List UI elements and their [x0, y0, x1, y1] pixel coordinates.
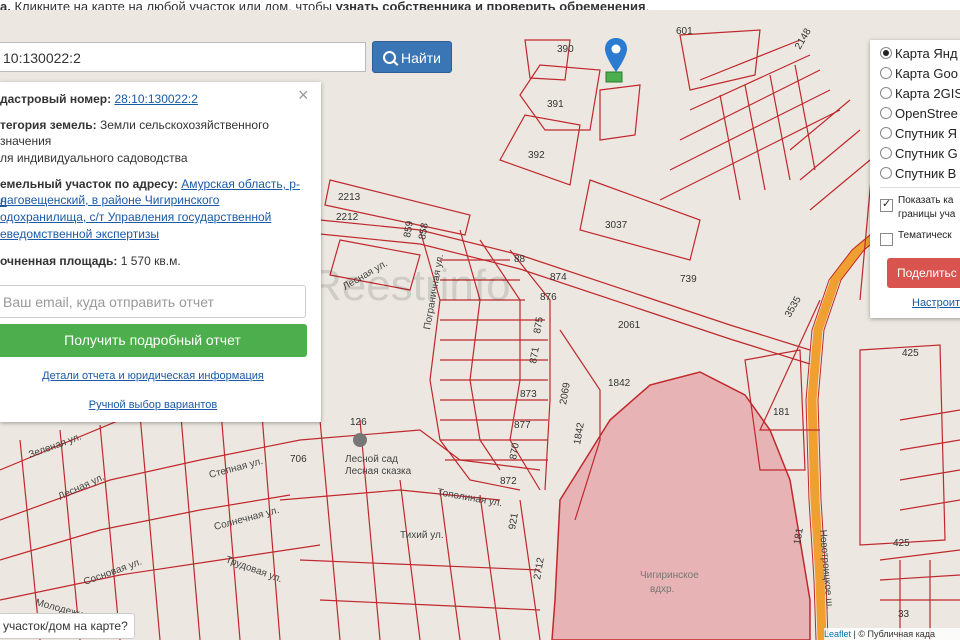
parcel-label: 391	[547, 99, 564, 110]
radio-icon[interactable]	[880, 147, 892, 159]
address-link-line[interactable]: еведомственной экспертизы	[0, 226, 306, 243]
parcel-label: 877	[514, 420, 531, 431]
watermark: Reestrinfo	[310, 261, 511, 310]
place-label: Лесная сказка	[345, 466, 412, 477]
parcel-label: 392	[528, 150, 545, 161]
parcel-label: 181	[773, 407, 790, 418]
category-value: Земли сельскохозяйственного	[99, 118, 269, 132]
parcel-label: 3037	[605, 220, 628, 231]
thematic-label: Тематическ	[898, 230, 952, 241]
land-category-row: тегория земель: Земли сельскохозяйственн…	[0, 117, 306, 134]
water-label: вдхр.	[650, 584, 674, 595]
get-report-button[interactable]: Получить подробный отчет	[0, 324, 307, 357]
map-attribution: Leaflet | © Публичная када	[824, 628, 960, 640]
manual-selection-link[interactable]: Ручной выбор вариантов	[0, 399, 306, 411]
category-value-line: значения	[0, 134, 52, 148]
layer-option[interactable]: Карта Янд	[880, 44, 958, 64]
show-boundaries-label: границы уча	[898, 209, 956, 220]
parcel-label: 873	[520, 389, 537, 400]
parcel-label: 425	[902, 348, 919, 359]
cadastral-number-link[interactable]: 28:10:130022:2	[114, 92, 197, 106]
parcel-label: 872	[500, 476, 517, 487]
address-label: емельный участок по адресу:	[0, 177, 178, 191]
search-icon	[383, 51, 397, 64]
category-label: тегория земель:	[0, 118, 97, 132]
share-button[interactable]: Поделитьс	[887, 258, 960, 288]
place-label: Лесной сад	[345, 454, 398, 465]
street-label: Тихий ул.	[400, 530, 444, 541]
radio-icon[interactable]	[880, 47, 892, 59]
parcel-label: 601	[676, 26, 693, 37]
parcel-label: 706	[290, 454, 307, 465]
parcel-info-panel: × дастровый номер: 28:10:130022:2 тегори…	[0, 82, 321, 422]
cadastral-number-row: дастровый номер: 28:10:130022:2	[0, 91, 306, 108]
layer-option[interactable]: OpenStree	[880, 104, 958, 124]
email-field[interactable]: Ваш email, куда отправить отчет	[0, 285, 306, 318]
parcel-label: 390	[557, 44, 574, 55]
search-button[interactable]: Найти	[372, 41, 452, 73]
parcel-label: 1842	[608, 378, 631, 389]
divider	[880, 187, 960, 188]
map-marker-icon[interactable]	[605, 38, 627, 78]
instruction-text: а. Кликните на карте на любой участок ил…	[0, 0, 650, 10]
parcel-label: 88	[514, 254, 526, 265]
parcel-label: 739	[680, 274, 697, 285]
setup-link[interactable]: Настроит	[912, 297, 960, 309]
layer-option[interactable]: Спутник Я	[880, 124, 957, 144]
area-value: 1 570 кв.м.	[120, 254, 181, 268]
search-input[interactable]: 10:130022:2	[0, 42, 366, 72]
show-boundaries-checkbox[interactable]	[880, 197, 893, 212]
land-usage: ля индивидуального садоводства	[0, 151, 188, 165]
thematic-checkbox[interactable]	[880, 233, 893, 246]
radio-icon[interactable]	[880, 107, 892, 119]
parcel-label: 2212	[336, 212, 359, 223]
layer-option[interactable]: Карта Goo	[880, 64, 958, 84]
help-question[interactable]: участок/дом на карте?	[0, 613, 135, 639]
leaflet-link[interactable]: Leaflet	[824, 629, 851, 639]
address-link-line[interactable]: одохранилища, с/т Управления государстве…	[0, 209, 306, 226]
search-button-label: Найти	[401, 50, 441, 66]
cadastral-label: дастровый номер:	[0, 92, 112, 106]
radio-icon[interactable]	[880, 67, 892, 79]
water-label: Чигиринское	[640, 570, 699, 581]
parcel-label: 33	[898, 609, 910, 620]
area-row: очненная площадь: 1 570 кв.м.	[0, 253, 306, 270]
parcel-label: 874	[550, 272, 567, 283]
report-details-link[interactable]: Детали отчета и юридическая информация	[0, 370, 306, 382]
radio-icon[interactable]	[880, 127, 892, 139]
radio-icon[interactable]	[880, 87, 892, 99]
layer-switcher: Карта Янд Карта Goo Карта 2GIS OpenStree…	[870, 40, 960, 318]
park-icon	[353, 433, 367, 447]
layer-option[interactable]: Спутник В	[880, 164, 956, 184]
parcel-label: 2061	[618, 320, 641, 331]
instruction-bar: а. Кликните на карте на любой участок ил…	[0, 0, 960, 10]
layer-option[interactable]: Спутник G	[880, 144, 958, 164]
parcel-label: 2213	[338, 192, 361, 203]
radio-icon[interactable]	[880, 167, 892, 179]
parcel-label: 425	[893, 538, 910, 549]
address-link-line[interactable]: лаговещенский, в районе Чигиринского	[0, 192, 306, 209]
parcel-label: 126	[350, 417, 367, 428]
layer-option[interactable]: Карта 2GIS	[880, 84, 960, 104]
area-label: очненная площадь:	[0, 254, 118, 268]
parcel-label: 876	[540, 292, 557, 303]
